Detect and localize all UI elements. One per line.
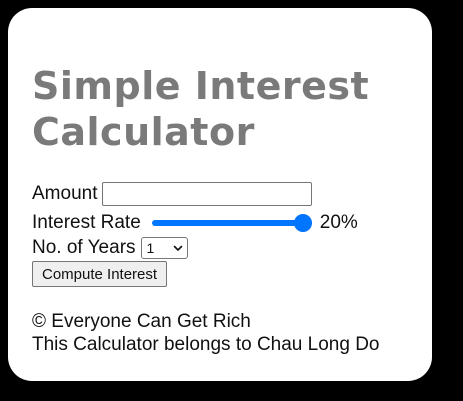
years-select[interactable]: 1 (140, 237, 188, 259)
interest-rate-row: Interest Rate 20% (32, 210, 358, 236)
owner-text: This Calculator belongs to Chau Long Do (32, 334, 380, 355)
calculator-card: Simple Interest Calculator Amount Intere… (8, 8, 432, 381)
amount-label: Amount (32, 183, 98, 204)
slider-thumb[interactable] (293, 214, 312, 232)
interest-rate-value: 20% (319, 212, 358, 233)
footer: © Everyone Can Get Rich This Calculator … (32, 310, 379, 356)
years-selected-value: 1 (146, 240, 155, 256)
years-row: No. of Years 1 (32, 235, 188, 261)
interest-rate-label: Interest Rate (32, 212, 141, 233)
amount-row: Amount (32, 180, 313, 208)
amount-input[interactable] (102, 182, 313, 206)
interest-rate-slider[interactable] (151, 212, 312, 234)
years-label: No. of Years (32, 237, 136, 258)
chevron-down-icon (173, 245, 182, 251)
compute-interest-button[interactable]: Compute Interest (32, 261, 168, 287)
slider-track (151, 220, 312, 226)
copyright-text: © Everyone Can Get Rich (32, 311, 251, 332)
page-title: Simple Interest Calculator (32, 64, 370, 154)
